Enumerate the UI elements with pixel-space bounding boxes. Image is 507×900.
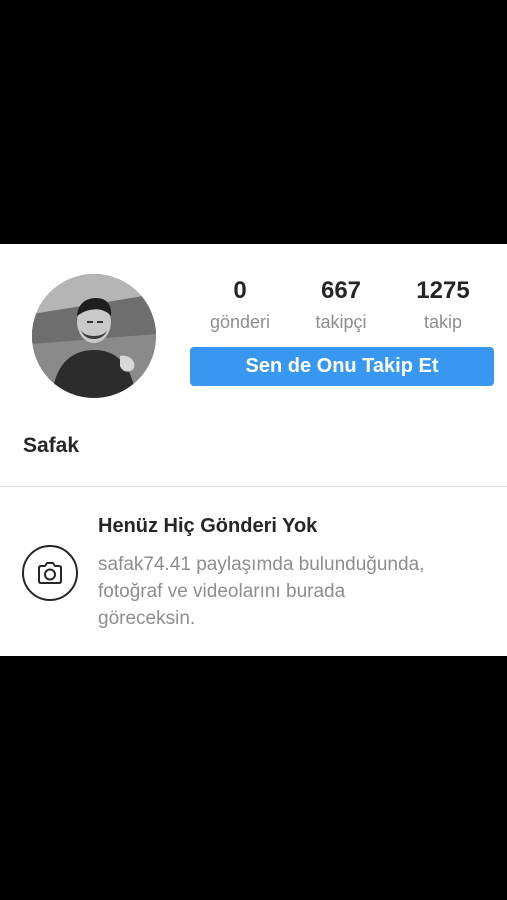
profile-username: Safak <box>23 434 80 457</box>
stat-following[interactable]: 1275 takip <box>393 274 493 336</box>
avatar[interactable] <box>32 274 156 398</box>
follow-button[interactable]: Sen de Onu Takip Et <box>190 347 494 386</box>
followers-label: takipçi <box>315 312 367 332</box>
following-count: 1275 <box>416 277 470 304</box>
empty-posts-description: safak74.41 paylaşımda bulunduğunda, foto… <box>98 551 498 632</box>
avatar-photo <box>32 274 156 398</box>
empty-posts-description-line: safak74.41 paylaşımda bulunduğunda, <box>98 554 425 575</box>
posts-count: 0 <box>233 277 247 304</box>
profile-stats: 0 gönderi 667 takipçi 1275 takip <box>190 274 494 340</box>
followers-count: 667 <box>320 277 362 304</box>
empty-posts-title: Henüz Hiç Gönderi Yok <box>98 515 318 537</box>
stat-posts: 0 gönderi <box>190 274 290 336</box>
following-label: takip <box>423 312 463 332</box>
empty-posts-description-line: fotoğraf ve videolarını burada <box>98 581 346 602</box>
stat-followers[interactable]: 667 takipçi <box>291 274 391 336</box>
profile-header: 0 gönderi 667 takipçi 1275 takip Sen de … <box>0 244 507 484</box>
empty-posts-description-line: göreceksin. <box>98 608 196 629</box>
empty-posts-state: Henüz Hiç Gönderi Yok safak74.41 paylaşı… <box>0 487 507 656</box>
camera-icon <box>22 545 78 601</box>
profile-screen: 0 gönderi 667 takipçi 1275 takip Sen de … <box>0 244 507 656</box>
posts-label: gönderi <box>209 312 271 332</box>
